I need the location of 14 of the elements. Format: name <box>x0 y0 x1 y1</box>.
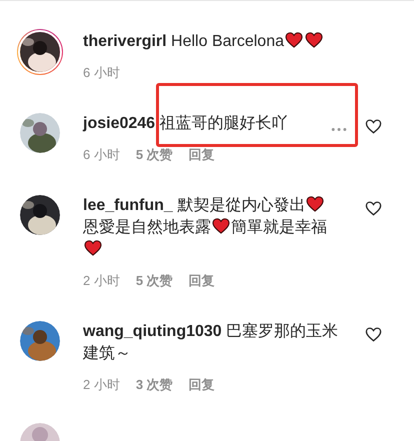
reply-link[interactable]: 回复 <box>188 377 215 393</box>
time-text: 2 小时 <box>83 377 120 393</box>
likes-count[interactable]: 3 次赞 <box>136 377 173 393</box>
reply-link[interactable]: 回复 <box>188 273 215 289</box>
time-text: 6 小时 <box>83 147 120 163</box>
reply-link[interactable]: 回复 <box>188 147 215 163</box>
likes-count[interactable]: 5 次赞 <box>136 147 173 163</box>
comment-text: josie0246 祖蓝哥的腿好长吖 <box>83 114 289 134</box>
likes-count[interactable]: 5 次赞 <box>136 273 173 289</box>
comment-text: therivergirl Hello Barcelona <box>83 31 339 53</box>
comment-text: wang_qiuting1030 巴塞罗那的玉米建筑～ <box>83 322 339 364</box>
comment-text: lee_funfun_ 默契是從内心發出 恩愛是自然地表露 簡單就是幸福 <box>83 195 339 261</box>
time-text: 6 小时 <box>83 65 120 81</box>
time-text: 2 小时 <box>83 273 120 289</box>
